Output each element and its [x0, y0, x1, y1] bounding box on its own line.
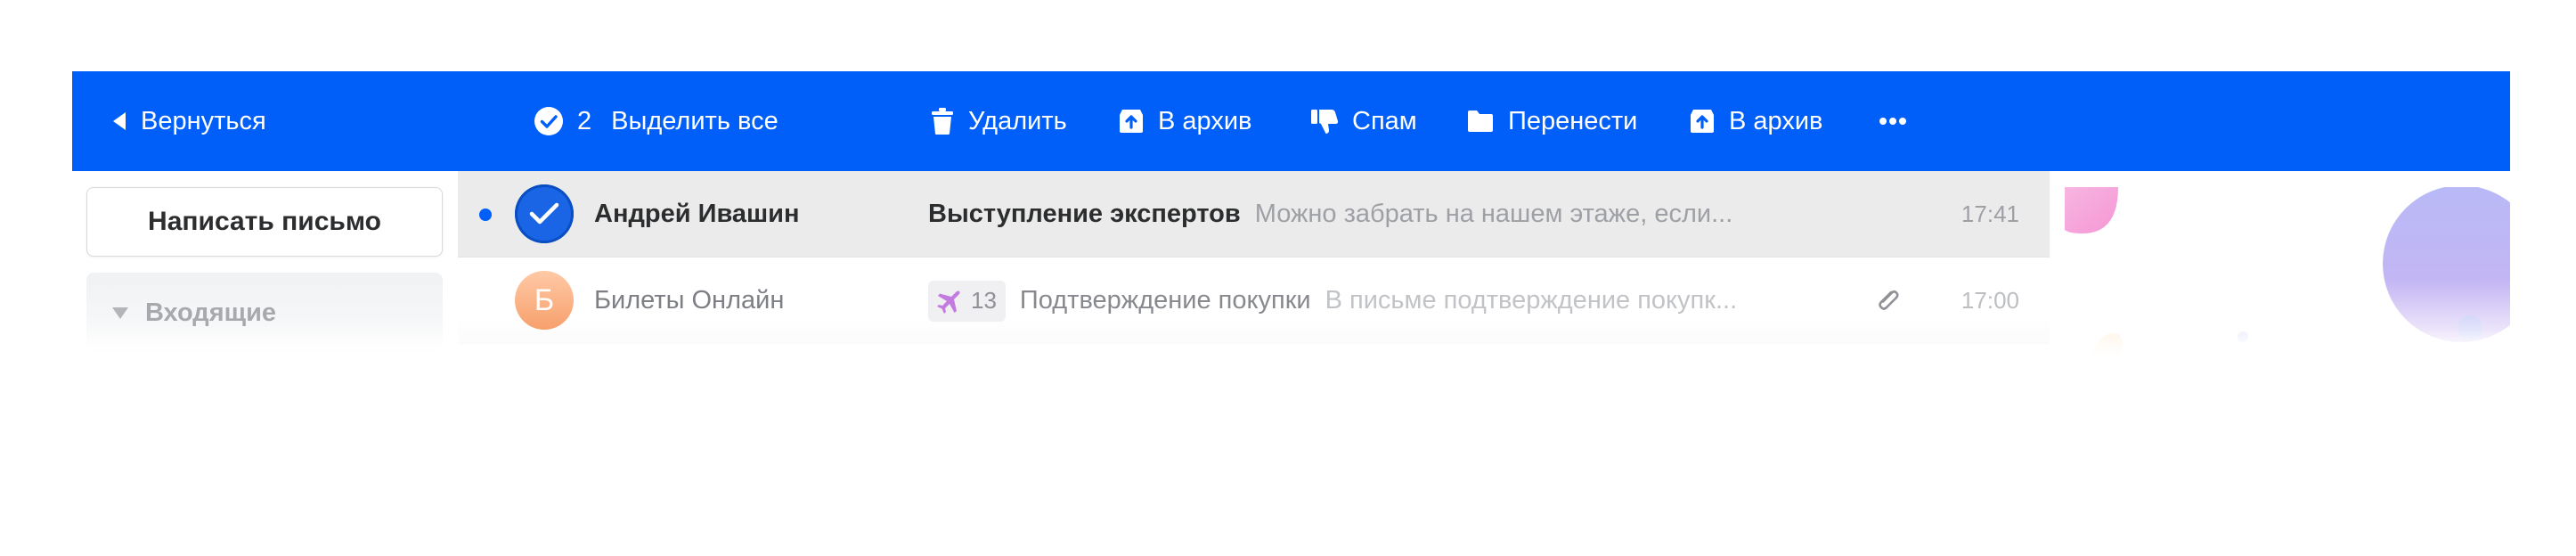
message-subject: Выступление экспертов [928, 200, 1241, 228]
sidebar-item-inbox[interactable]: Входящие [86, 273, 443, 353]
message-sender: Билеты Онлайн [594, 286, 785, 315]
compose-button[interactable]: Написать письмо [86, 187, 443, 257]
more-dots-icon [1879, 117, 1907, 126]
move-button[interactable]: Перенести [1466, 71, 1637, 171]
message-sender: Андрей Ивашин [594, 200, 800, 228]
checkmark-icon [529, 202, 559, 225]
more-button[interactable] [1879, 71, 1907, 171]
archive-label-2: В архив [1729, 106, 1823, 135]
message-snippet: В письме подтверждение покупк... [1325, 286, 1738, 315]
thumb-down-icon [1310, 107, 1339, 135]
select-all-label: Выделить все [611, 106, 779, 135]
triangle-down-icon [111, 306, 129, 320]
archive-icon [1118, 108, 1145, 135]
archive-label: В архив [1158, 106, 1252, 135]
trash-icon [930, 107, 955, 135]
message-time: 17:00 [1961, 287, 2019, 314]
check-circle-icon [534, 106, 564, 136]
paperclip-icon[interactable] [1873, 285, 1903, 315]
folder-icon [1466, 109, 1495, 134]
message-subject: Подтверждение покупки [1019, 286, 1311, 315]
message-list: Андрей Ивашин Выступление экспертов Можн… [458, 171, 2050, 349]
spam-label: Спам [1352, 106, 1417, 135]
message-subject-line: 13 Подтверждение покупки В письме подтве… [928, 258, 1819, 344]
sidebar-item-label: Входящие [145, 298, 277, 327]
archive-icon [1689, 108, 1716, 135]
select-all-button[interactable]: 2 Выделить все [534, 71, 779, 171]
sender-avatar[interactable]: Б [515, 271, 574, 330]
thread-count: 13 [971, 287, 997, 314]
back-button[interactable]: Вернуться [111, 71, 266, 171]
spam-button[interactable]: Спам [1310, 71, 1417, 171]
triangle-left-icon [111, 111, 127, 131]
back-label: Вернуться [141, 106, 266, 135]
message-row[interactable]: Б Билеты Онлайн 13 Подтверждение покупки… [458, 258, 2050, 344]
thread-badge[interactable]: 13 [928, 280, 1006, 322]
move-label: Перенести [1508, 106, 1638, 135]
delete-button[interactable]: Удалить [930, 71, 1067, 171]
message-snippet: Можно забрать на нашем этаже, если... [1254, 200, 1733, 228]
message-subject-line: Выступление экспертов Можно забрать на н… [928, 171, 1819, 258]
selected-avatar-checkbox[interactable] [515, 184, 574, 243]
decorative-background [2065, 187, 2510, 356]
selected-count: 2 [577, 106, 592, 135]
archive-button-2[interactable]: В архив [1689, 71, 1822, 171]
delete-label: Удалить [968, 106, 1067, 135]
action-toolbar: Вернуться 2 Выделить все Удалить В архив… [72, 71, 2510, 171]
unread-dot[interactable] [479, 208, 492, 221]
message-row[interactable]: Андрей Ивашин Выступление экспертов Можн… [458, 171, 2050, 258]
archive-button[interactable]: В архив [1118, 71, 1251, 171]
airplane-icon [935, 288, 962, 315]
message-time: 17:41 [1961, 200, 2019, 227]
